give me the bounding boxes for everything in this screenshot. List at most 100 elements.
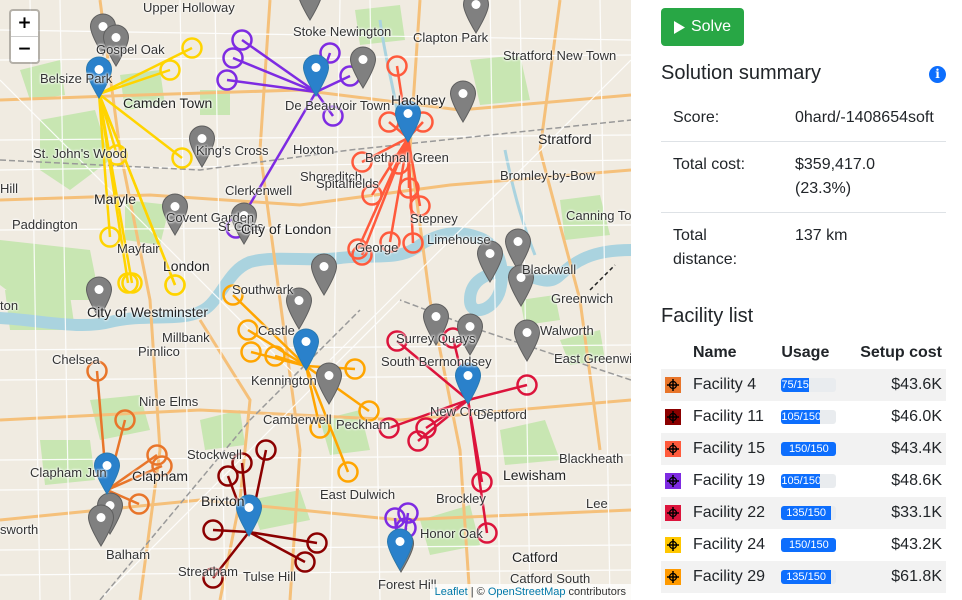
score-value: 0hard/-1408654soft <box>795 109 934 126</box>
facility-usage: 135/150 <box>777 497 847 529</box>
unused-facility-marker <box>449 80 477 123</box>
assignment-line <box>388 398 469 430</box>
facility-setup-cost: $48.6K <box>846 465 946 497</box>
unused-facility-marker <box>85 276 113 319</box>
usage-bar: 150/150 <box>781 538 837 552</box>
facility-marker-icon <box>665 440 681 457</box>
unused-facility-marker <box>504 228 532 271</box>
header-setup-cost: Setup cost <box>860 344 942 361</box>
solve-button[interactable]: Solve <box>661 8 744 46</box>
facility-table: Name Usage Setup cost Facility 475/150 $4… <box>661 337 946 593</box>
facility-row[interactable]: Facility 24 150/150 $43.2K <box>661 529 946 561</box>
facility-setup-cost: $43.6K <box>846 369 946 401</box>
unused-facility-marker <box>161 193 189 236</box>
facility-row[interactable]: Facility 29 135/150 $61.8K <box>661 561 946 593</box>
facility-list-title: Facility list <box>661 305 754 327</box>
facility-marker <box>93 452 121 495</box>
facility-row[interactable]: Facility 22 135/150 $33.1K <box>661 497 946 529</box>
assignment-line <box>212 528 250 534</box>
cost-percent: (23.3%) <box>795 180 852 197</box>
facility-name: Facility 15 <box>689 433 778 465</box>
score-label: Score: <box>673 109 720 126</box>
usage-bar-fill: 150/150 <box>781 538 837 552</box>
facility-icon-cell <box>661 497 689 529</box>
assignment-network <box>85 0 541 589</box>
usage-bar: 150/150 <box>781 442 837 456</box>
cost-value-cell: $359,417.0 (23.3%) <box>783 141 946 213</box>
facility-name: Facility 11 <box>689 401 778 433</box>
usage-bar-fill: 105/150 <box>781 410 820 424</box>
attribution-contributors: contributors <box>565 586 626 598</box>
play-icon <box>673 20 685 34</box>
usage-bar-fill: 105/150 <box>781 474 820 488</box>
distance-label-cell: Total distance: <box>661 212 783 283</box>
facility-marker-icon <box>665 408 681 425</box>
summary-row-cost: Total cost: $359,417.0 (23.3%) <box>661 141 946 213</box>
usage-bar: 135/150 <box>781 570 837 584</box>
leaflet-link[interactable]: Leaflet <box>435 586 468 598</box>
unused-facility-marker <box>285 287 313 330</box>
facility-setup-cost: $61.8K <box>846 561 946 593</box>
unused-facility-marker <box>87 504 115 547</box>
facility-icon-cell <box>661 561 689 593</box>
facility-row[interactable]: Facility 11 105/150 $46.0K <box>661 401 946 433</box>
facility-usage: 105/150 <box>777 401 847 433</box>
summary-row-distance: Total distance: 137 km <box>661 212 946 283</box>
facility-name: Facility 24 <box>689 529 778 561</box>
facility-icon-cell <box>661 369 689 401</box>
assignment-line <box>97 93 134 284</box>
unused-facility-marker <box>456 313 484 356</box>
info-icon[interactable]: i <box>929 66 946 83</box>
facility-icon-cell <box>661 433 689 465</box>
usage-bar-fill: 75/150 <box>781 378 809 392</box>
usage-bar-fill: 135/150 <box>781 570 831 584</box>
map[interactable]: Upper Holloway Stoke Newington Clapton P… <box>0 0 631 600</box>
osm-link[interactable]: OpenStreetMap <box>488 586 566 598</box>
usage-bar-fill: 150/150 <box>781 442 837 456</box>
cost-value: $359,417.0 <box>795 156 876 173</box>
facility-usage: 150/150 <box>777 529 847 561</box>
facility-name: Facility 19 <box>689 465 778 497</box>
header-name: Name <box>693 344 737 361</box>
unused-facility-marker <box>513 319 541 362</box>
unused-facility-marker <box>299 0 321 21</box>
facility-icon-cell <box>661 529 689 561</box>
unused-facility-marker <box>507 264 535 307</box>
solution-summary-title: Solution summary <box>661 62 822 84</box>
zoom-out-button[interactable]: − <box>11 36 38 62</box>
summary-row-score: Score: 0hard/-1408654soft <box>661 95 946 142</box>
facility-name: Facility 29 <box>689 561 778 593</box>
facility-marker-icon <box>665 568 681 585</box>
facility-setup-cost: $33.1K <box>846 497 946 529</box>
unused-facility-marker <box>310 253 338 296</box>
facility-setup-cost: $46.0K <box>846 401 946 433</box>
facility-row[interactable]: Facility 19 105/150 $48.6K <box>661 465 946 497</box>
facility-row[interactable]: Facility 475/150 $43.6K <box>661 369 946 401</box>
facility-setup-cost: $43.4K <box>846 433 946 465</box>
facility-table-header: Name Usage Setup cost <box>661 337 946 369</box>
usage-bar-fill: 135/150 <box>781 506 831 520</box>
distance-value: 137 km <box>783 212 946 283</box>
unused-facility-marker <box>349 46 377 89</box>
facility-row[interactable]: Facility 15 150/150 $43.4K <box>661 433 946 465</box>
facility-icon-cell <box>661 401 689 433</box>
facility-setup-cost: $43.2K <box>846 529 946 561</box>
assignment-line <box>425 398 469 430</box>
distance-label: Total <box>673 227 707 244</box>
facility-marker-icon <box>665 472 681 489</box>
solution-summary-table: Score: 0hard/-1408654soft Total cost: $3… <box>661 95 946 283</box>
zoom-in-button[interactable]: + <box>11 11 38 36</box>
usage-bar: 105/150 <box>781 474 837 488</box>
usage-bar: 75/150 <box>781 378 837 392</box>
cost-label: Total cost: <box>661 141 783 213</box>
facility-marker <box>386 528 414 571</box>
facility-usage: 105/150 <box>777 465 847 497</box>
facility-name: Facility 4 <box>689 369 778 401</box>
solve-button-label: Solve <box>690 18 732 35</box>
facility-usage: 150/150 <box>777 433 847 465</box>
usage-bar: 135/150 <box>781 506 837 520</box>
distance-label-2: distance: <box>673 251 738 268</box>
map-attribution: Leaflet | © OpenStreetMap contributors <box>429 584 631 600</box>
unused-facility-marker <box>476 240 504 283</box>
unused-facility-marker <box>315 362 343 405</box>
